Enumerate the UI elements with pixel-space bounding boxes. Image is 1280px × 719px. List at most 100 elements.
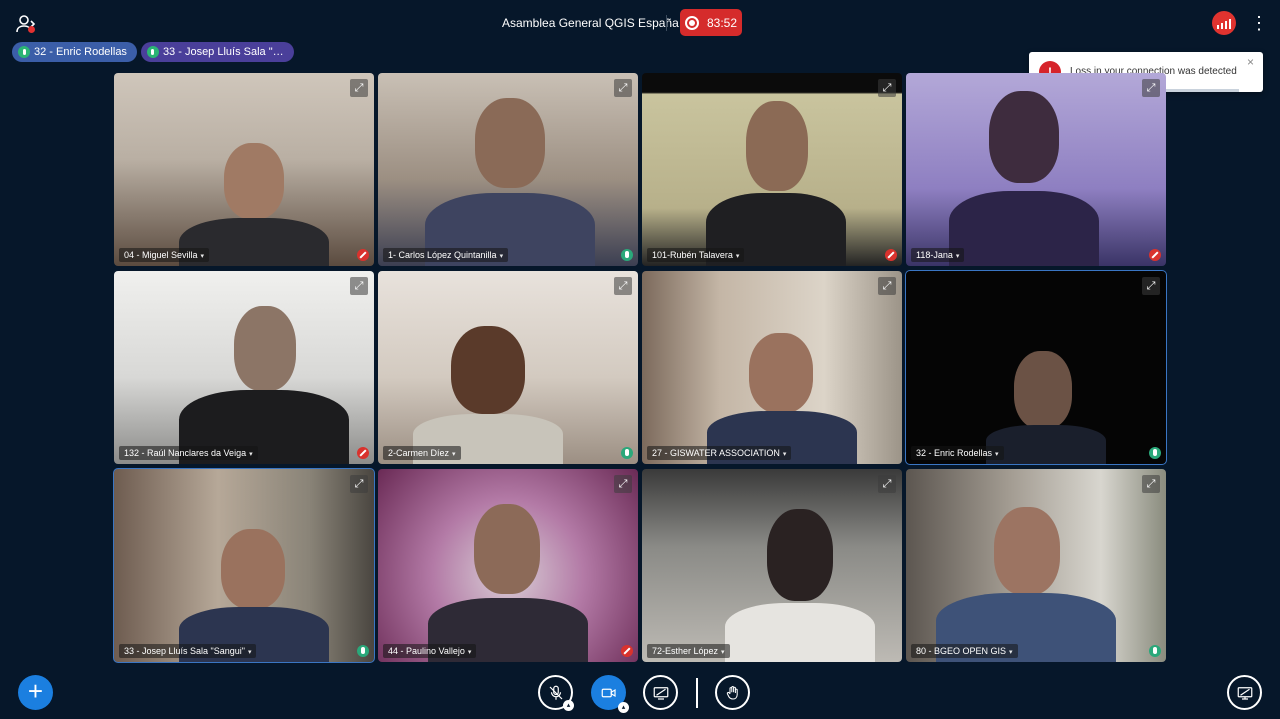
participant-name[interactable]: 44 - Paulino Vallejo ▾ — [383, 644, 477, 658]
talker-indicator[interactable]: 33 - Josep Lluís Sala "… — [140, 42, 294, 62]
chevron-down-icon: ▾ — [247, 649, 252, 656]
participant-figure — [179, 529, 329, 662]
chevron-down-icon: ▾ — [995, 451, 999, 458]
expand-icon[interactable]: ⤢ — [878, 79, 896, 97]
video-tile[interactable]: ⤢ 80 - BGEO OPEN GIS ▾ — [906, 469, 1166, 662]
chevron-down-icon: ▾ — [200, 253, 205, 260]
video-tile[interactable]: ⤢ 33 - Josep Lluís Sala "Sangui" ▾ — [113, 468, 375, 663]
video-tile[interactable]: ⤢ 101-Rubén Talavera ▾ — [642, 73, 902, 266]
participant-name[interactable]: 101-Rubén Talavera ▾ — [647, 248, 745, 262]
expand-icon[interactable]: ⤢ — [1142, 475, 1160, 493]
participant-figure — [707, 333, 857, 464]
unmute-button[interactable]: ▴ — [538, 675, 574, 711]
camera-button[interactable]: ▴ — [591, 675, 629, 713]
participant-name-text: 1- Carlos López Quintanilla — [388, 250, 497, 260]
participant-name[interactable]: 118-Jana ▾ — [911, 248, 965, 262]
mic-on-icon — [357, 645, 369, 657]
participant-name[interactable]: 2-Carmen Díez ▾ — [383, 446, 461, 460]
expand-icon[interactable]: ⤢ — [350, 475, 368, 493]
presentation-icon — [1237, 686, 1252, 700]
options-button[interactable]: ⋮ — [1250, 13, 1268, 33]
screen-share-icon — [653, 686, 668, 700]
toast-close-button[interactable]: × — [1247, 55, 1254, 69]
mic-icon — [146, 46, 159, 58]
connection-status-button[interactable] — [1212, 11, 1236, 35]
participant-name-text: 33 - Josep Lluís Sala "Sangui" — [124, 646, 245, 656]
participant-name-text: 27 - GISWATER ASSOCIATION — [652, 448, 780, 458]
signal-bar-3 — [1225, 21, 1227, 29]
expand-icon[interactable]: ⤢ — [614, 79, 632, 97]
mic-muted-icon — [357, 249, 369, 261]
video-tile[interactable]: ⤢ 32 - Enric Rodellas ▾ — [905, 270, 1167, 465]
expand-icon[interactable]: ⤢ — [350, 277, 368, 295]
screen-share-button[interactable] — [643, 675, 678, 710]
participant-name[interactable]: 04 - Miguel Sevilla ▾ — [119, 248, 210, 262]
participant-name-text: 32 - Enric Rodellas — [916, 448, 993, 458]
mic-muted-icon — [1149, 249, 1161, 261]
participant-figure — [425, 93, 595, 266]
participant-figure — [179, 306, 349, 464]
participant-name[interactable]: 72-Esther López ▾ — [647, 644, 730, 658]
chevron-down-icon: ▾ — [782, 451, 787, 458]
video-tile[interactable]: ⤢ 118-Jana ▾ — [906, 73, 1166, 266]
participant-name[interactable]: 132 - Raúl Nanclares da Veiga ▾ — [119, 446, 258, 460]
chevron-down-icon: ▾ — [467, 649, 472, 656]
expand-icon[interactable]: ⤢ — [1142, 277, 1160, 295]
video-tile[interactable]: ⤢ 04 - Miguel Sevilla ▾ — [114, 73, 374, 266]
mic-on-icon — [621, 249, 633, 261]
participant-figure — [936, 507, 1116, 662]
camera-icon — [601, 688, 616, 697]
record-icon — [684, 15, 699, 30]
presentation-button[interactable] — [1227, 675, 1262, 710]
participant-name-text: 04 - Miguel Sevilla — [124, 250, 198, 260]
expand-icon[interactable]: ⤢ — [878, 475, 896, 493]
mic-on-icon — [1149, 447, 1161, 459]
mic-muted-icon — [885, 249, 897, 261]
video-tile[interactable]: ⤢ 44 - Paulino Vallejo ▾ — [378, 469, 638, 662]
participant-name[interactable]: 1- Carlos López Quintanilla ▾ — [383, 248, 509, 262]
top-bar: Asamblea General QGIS España 83:52 ⋮ — [0, 0, 1280, 44]
participant-figure — [413, 326, 563, 464]
mic-muted-icon — [357, 447, 369, 459]
expand-icon[interactable]: ⤢ — [1142, 79, 1160, 97]
participant-figure — [725, 509, 875, 662]
controls-divider — [696, 678, 698, 708]
title-divider — [666, 15, 667, 31]
signal-bar-1 — [1217, 25, 1219, 29]
talker-indicator[interactable]: 32 - Enric Rodellas — [12, 42, 137, 62]
actions-button[interactable]: + — [18, 675, 53, 710]
expand-icon[interactable]: ⤢ — [350, 79, 368, 97]
recording-time: 83:52 — [706, 15, 738, 30]
participant-name-text: 2-Carmen Díez — [388, 448, 450, 458]
mic-muted-icon — [549, 685, 562, 700]
recording-button[interactable]: 83:52 — [680, 9, 742, 36]
expand-icon[interactable]: ⤢ — [878, 277, 896, 295]
users-icon — [16, 15, 36, 33]
plus-icon: + — [27, 676, 44, 706]
chevron-down-icon: ▾ — [955, 253, 960, 260]
participant-figure — [706, 101, 846, 266]
chevron-up-icon[interactable]: ▴ — [618, 702, 629, 713]
mic-on-icon — [621, 447, 633, 459]
video-tile[interactable]: ⤢ 132 - Raúl Nanclares da Veiga ▾ — [114, 271, 374, 464]
participant-name-text: 101-Rubén Talavera — [652, 250, 733, 260]
users-list-button[interactable] — [14, 12, 38, 36]
video-tile[interactable]: ⤢ 27 - GISWATER ASSOCIATION ▾ — [642, 271, 902, 464]
participant-name[interactable]: 27 - GISWATER ASSOCIATION ▾ — [647, 446, 792, 460]
chevron-up-icon[interactable]: ▴ — [563, 700, 574, 711]
chevron-down-icon: ▾ — [249, 451, 253, 458]
chevron-down-icon: ▾ — [721, 649, 725, 656]
video-tile[interactable]: ⤢ 72-Esther López ▾ — [642, 469, 902, 662]
video-tile[interactable]: ⤢ 2-Carmen Díez ▾ — [378, 271, 638, 464]
participant-name[interactable]: 80 - BGEO OPEN GIS ▾ — [911, 644, 1018, 658]
participant-figure — [428, 504, 588, 662]
participant-name[interactable]: 33 - Josep Lluís Sala "Sangui" ▾ — [119, 644, 257, 658]
participant-name-text: 118-Jana — [916, 250, 953, 260]
participant-name[interactable]: 32 - Enric Rodellas ▾ — [911, 446, 1004, 460]
expand-icon[interactable]: ⤢ — [614, 277, 632, 295]
participant-name-text: 72-Esther López — [652, 646, 719, 656]
video-tile[interactable]: ⤢ 1- Carlos López Quintanilla ▾ — [378, 73, 638, 266]
raise-hand-button[interactable] — [715, 675, 750, 710]
expand-icon[interactable]: ⤢ — [614, 475, 632, 493]
mic-on-icon — [1149, 645, 1161, 657]
